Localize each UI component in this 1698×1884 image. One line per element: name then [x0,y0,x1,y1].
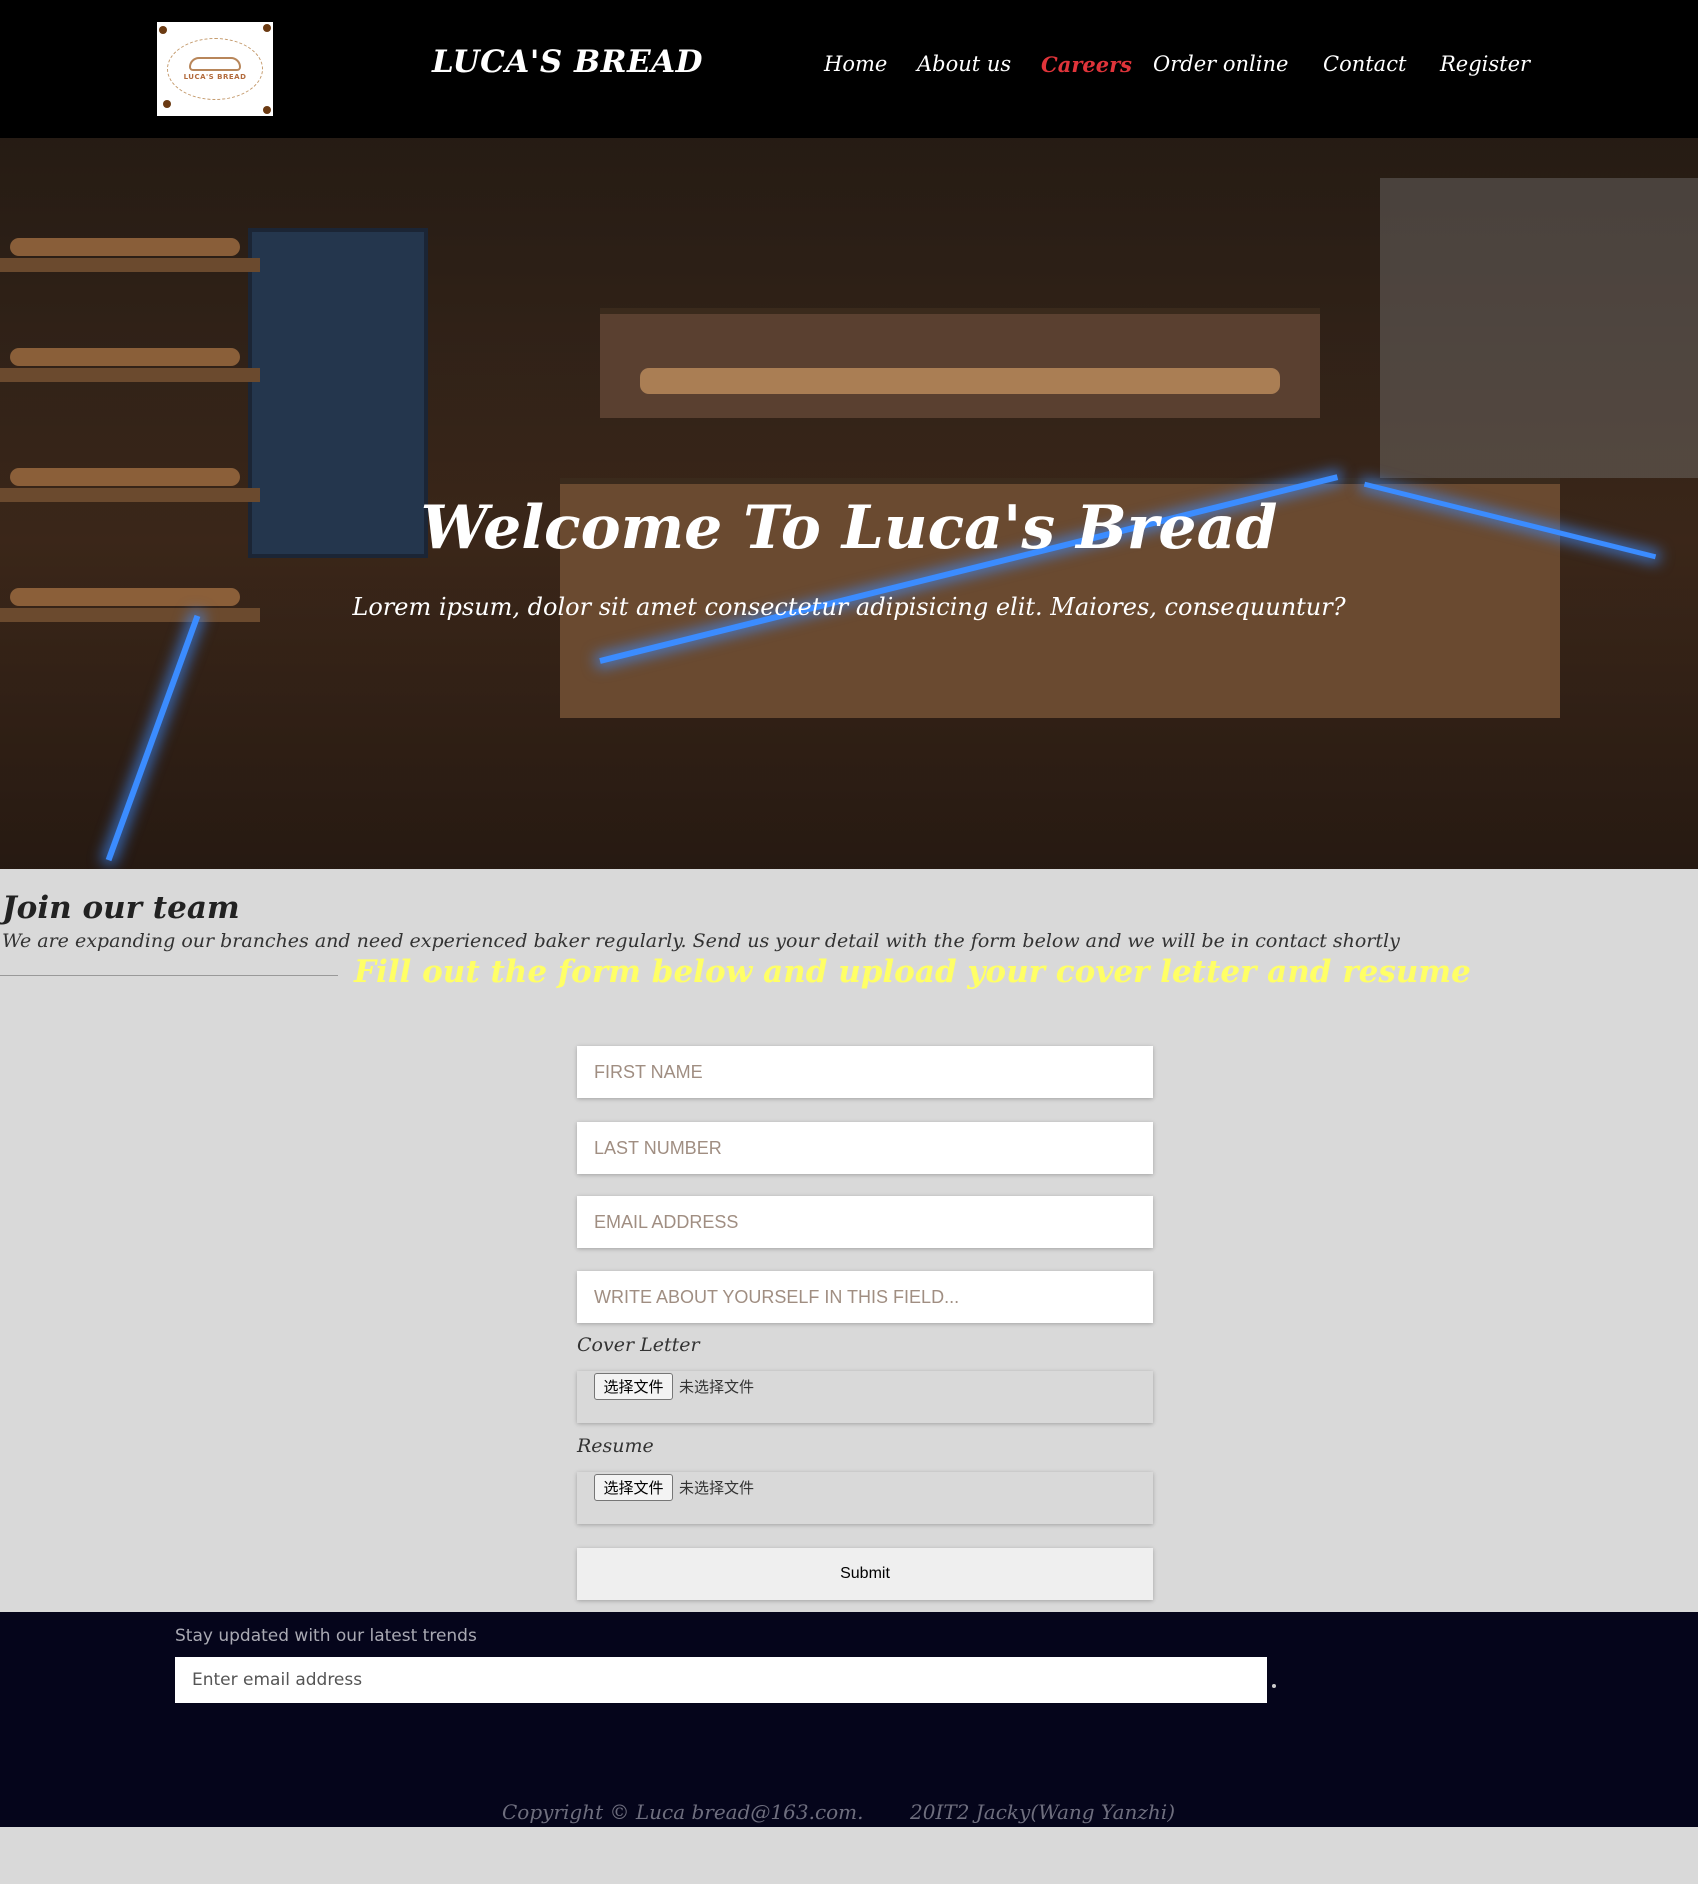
decor-dot [159,26,167,34]
nav-home[interactable]: Home [824,52,887,76]
hero-banner: Welcome To Luca's Bread Lorem ipsum, dol… [0,138,1698,869]
divider [0,975,338,976]
newsletter-email-input[interactable] [175,1657,1267,1703]
main-nav: Home About us Careers Order online Conta… [0,52,1698,92]
cover-letter-label: Cover Letter [577,1334,700,1356]
submit-button[interactable]: Submit [577,1548,1153,1600]
file-status: 未选择文件 [679,1479,755,1497]
nav-register[interactable]: Register [1440,52,1530,76]
author-credit: 20IT2 Jacky(Wang Yanzhi) [910,1800,1175,1824]
cover-letter-upload[interactable]: 选择文件 未选择文件 [577,1371,1153,1423]
about-input[interactable] [577,1271,1153,1323]
dot [1272,1684,1276,1688]
decor-dot [263,24,271,32]
choose-file-button[interactable]: 选择文件 [594,1373,673,1400]
nav-contact[interactable]: Contact [1323,52,1406,76]
join-title: Join our team [2,890,240,926]
email-input[interactable] [577,1196,1153,1248]
resume-label: Resume [577,1435,654,1457]
decor-dot [163,100,171,108]
first-name-input[interactable] [577,1046,1153,1098]
site-header: LUCA'S BREAD LUCA'S BREAD Home About us … [0,0,1698,138]
decor-dot [263,106,271,114]
newsletter-note: Stay updated with our latest trends [175,1626,477,1646]
resume-upload[interactable]: 选择文件 未选择文件 [577,1472,1153,1524]
last-name-input[interactable] [577,1122,1153,1174]
copyright: Copyright © Luca bread@163.com. [502,1800,864,1824]
file-status: 未选择文件 [679,1378,755,1396]
choose-file-button[interactable]: 选择文件 [594,1474,673,1501]
nav-about-us[interactable]: About us [917,52,1011,76]
site-footer: Stay updated with our latest trends Copy… [0,1612,1698,1827]
form-heading: Fill out the form below and upload your … [354,954,1471,990]
nav-careers[interactable]: Careers [1041,52,1132,77]
hero-subtitle: Lorem ipsum, dolor sit amet consectetur … [352,593,1346,621]
nav-order-online[interactable]: Order online [1153,52,1288,76]
join-description: We are expanding our branches and need e… [2,930,1400,952]
hero-title: Welcome To Luca's Bread [420,493,1278,563]
